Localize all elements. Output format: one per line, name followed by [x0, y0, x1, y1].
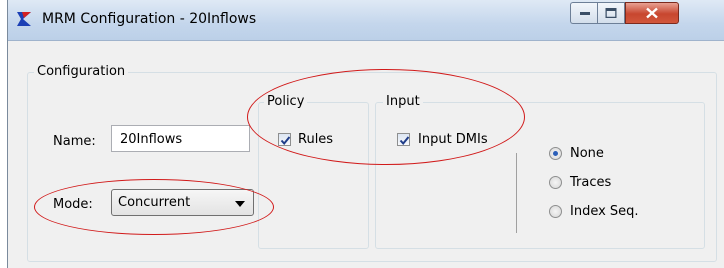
title-bar[interactable]: MRM Configuration - 20Inflows: [8, 0, 724, 41]
annotation-ellipse-policy-input: [247, 69, 525, 165]
close-button[interactable]: [625, 2, 679, 24]
mrm-configuration-window: MRM Configuration - 20Inflows Configurat…: [7, 0, 724, 268]
index-seq-radio-label: Index Seq.: [570, 204, 639, 219]
maximize-icon: [605, 8, 617, 18]
maximize-button[interactable]: [597, 2, 625, 24]
name-field[interactable]: 20Inflows: [111, 125, 250, 152]
app-logo-icon: [16, 11, 32, 27]
name-label: Name:: [53, 134, 96, 149]
close-icon: [646, 7, 658, 19]
index-seq-radio[interactable]: [549, 205, 562, 218]
none-radio[interactable]: [549, 147, 562, 160]
annotation-ellipse-mode: [34, 179, 274, 235]
none-radio-label: None: [570, 146, 604, 161]
traces-radio[interactable]: [549, 176, 562, 189]
configuration-legend: Configuration: [34, 64, 129, 79]
window-title: MRM Configuration - 20Inflows: [42, 11, 257, 27]
input-divider: [516, 153, 517, 233]
minimize-button[interactable]: [570, 2, 598, 24]
traces-radio-label: Traces: [570, 175, 612, 190]
minimize-icon: [579, 12, 590, 15]
